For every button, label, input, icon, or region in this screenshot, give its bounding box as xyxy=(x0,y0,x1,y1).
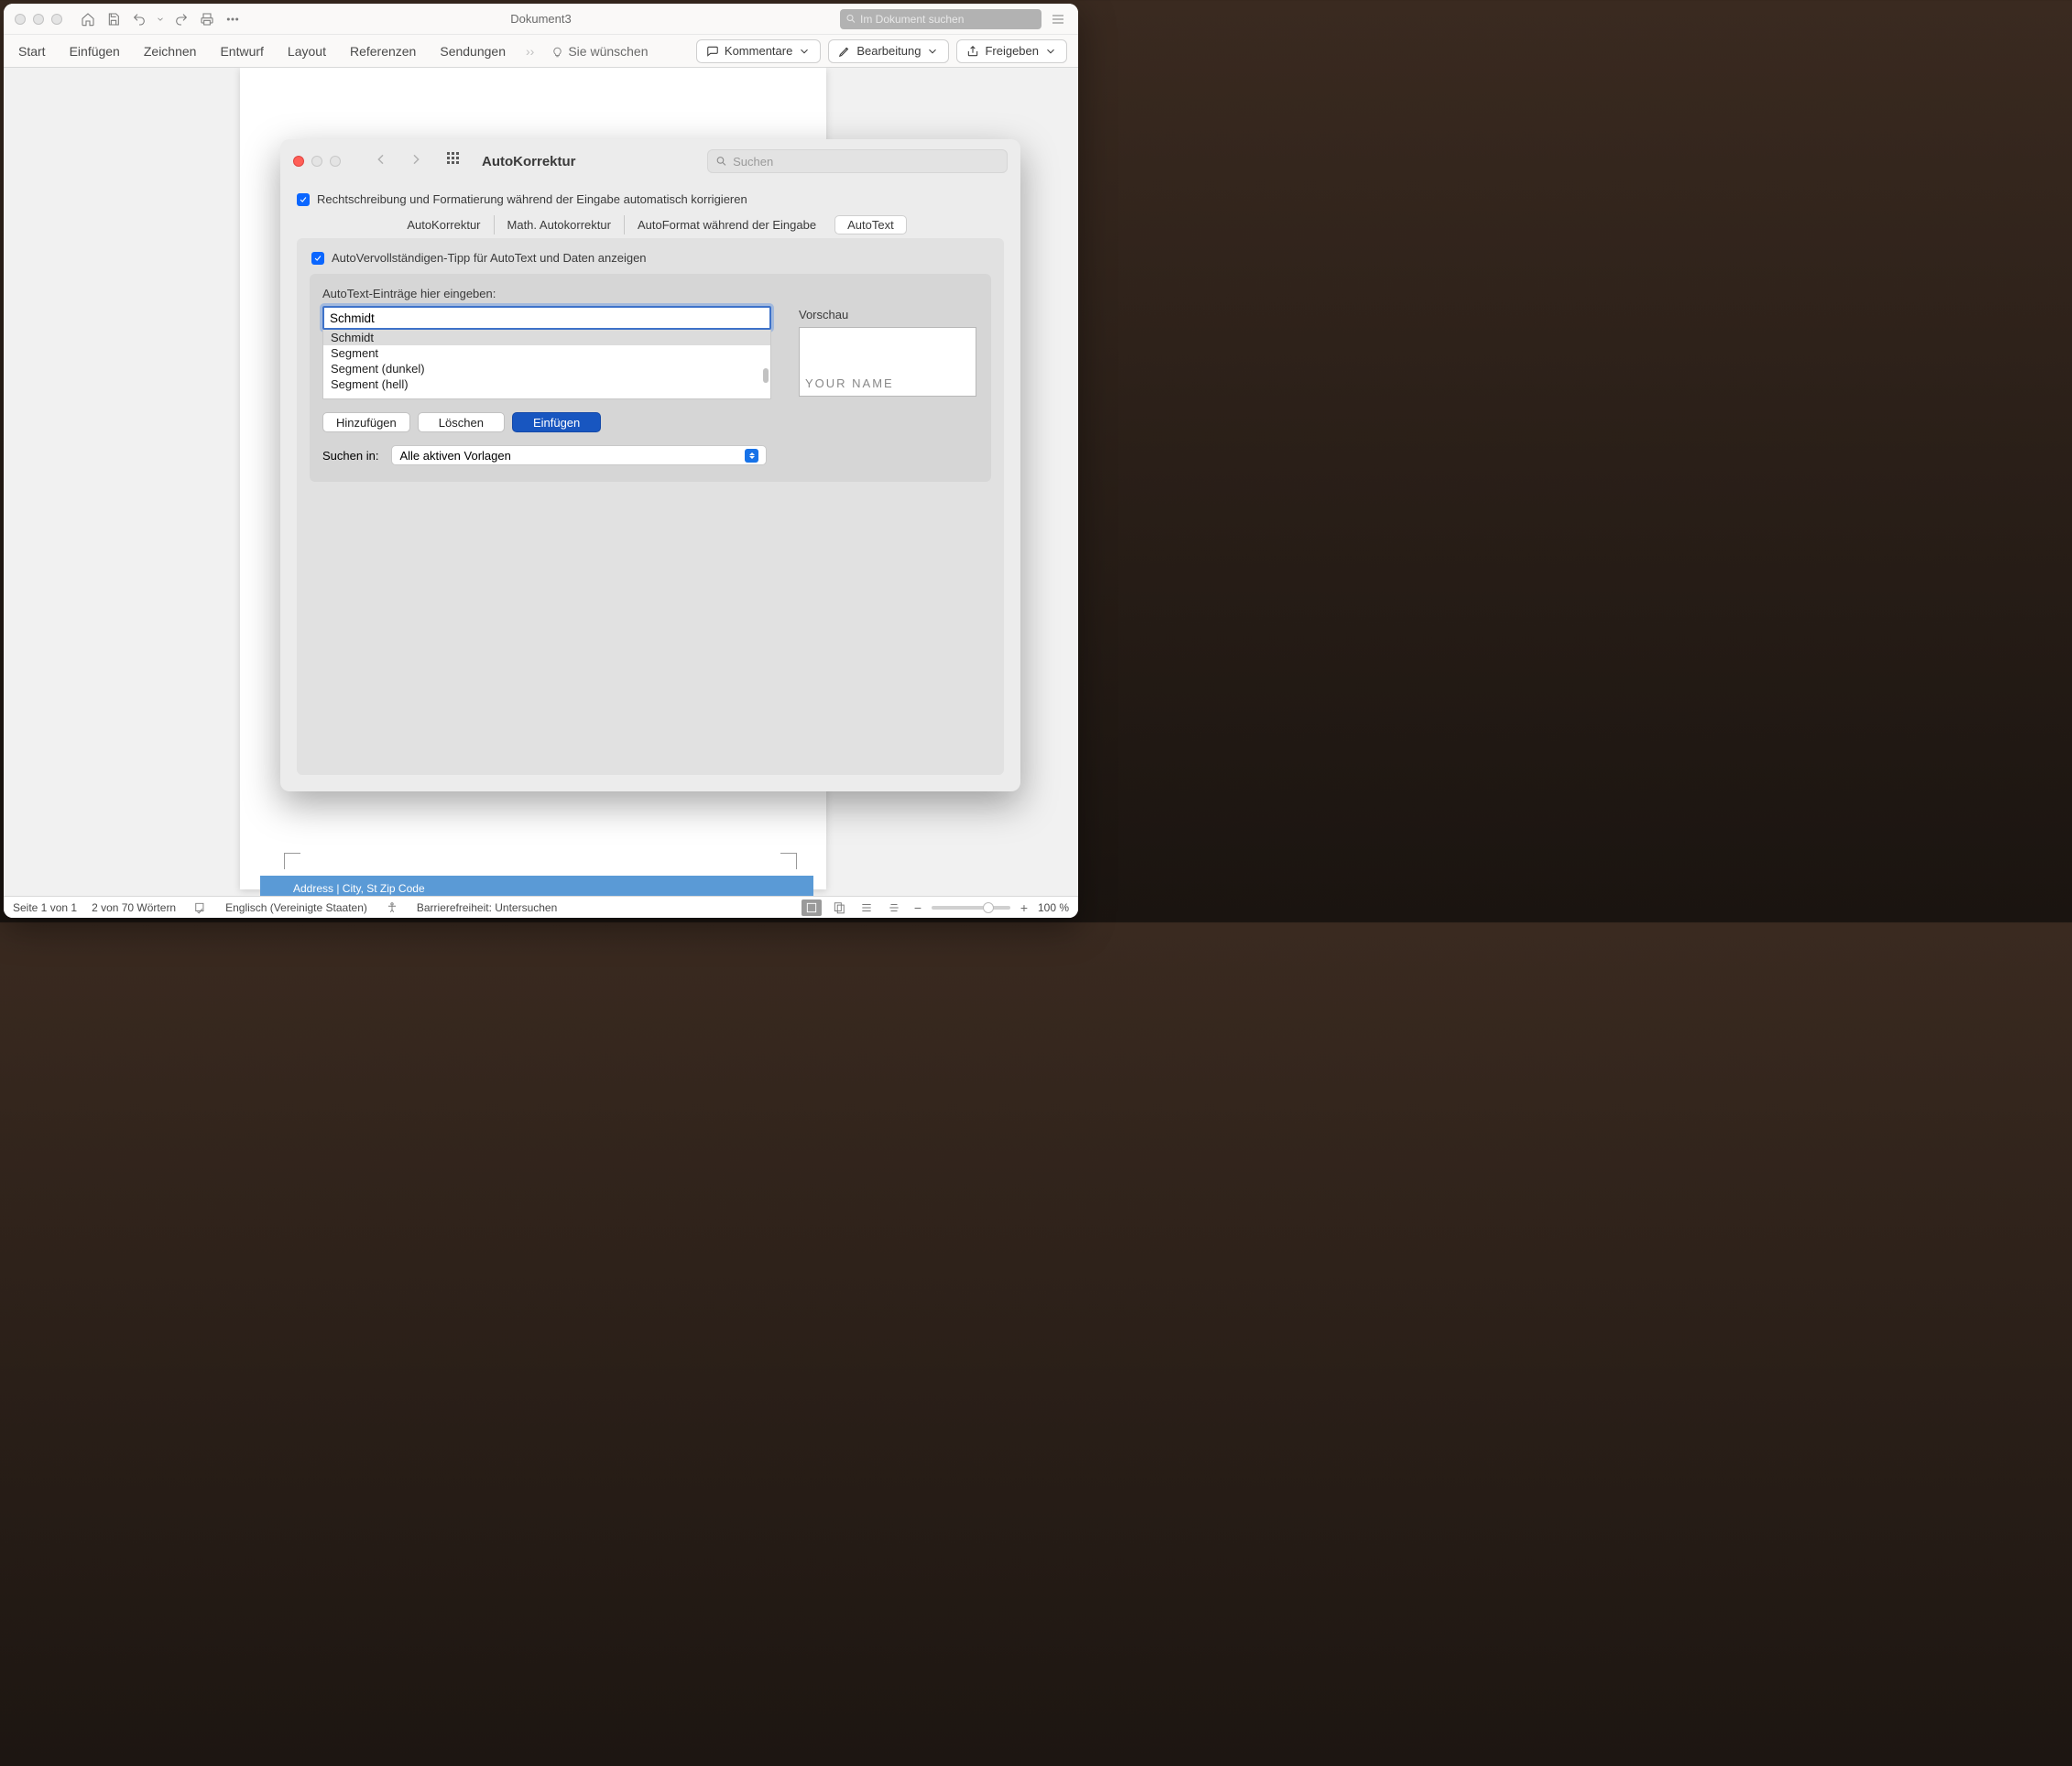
print-layout-icon[interactable] xyxy=(829,899,849,916)
dialog-tabbar: AutoKorrektur Math. Autokorrektur AutoFo… xyxy=(297,215,1004,234)
outline-view-icon[interactable] xyxy=(884,899,904,916)
zoom-in-button[interactable]: + xyxy=(1018,900,1031,915)
ribbon: Start Einfügen Zeichnen Entwurf Layout R… xyxy=(4,35,1078,68)
autotext-input[interactable] xyxy=(322,306,771,330)
status-words[interactable]: 2 von 70 Wörtern xyxy=(92,901,176,914)
save-icon[interactable] xyxy=(104,10,123,28)
undo-menu-icon[interactable] xyxy=(156,10,165,28)
ribbon-tab-draw[interactable]: Zeichnen xyxy=(140,40,201,62)
autotext-listbox[interactable]: Schmidt Segment Segment (dunkel) Segment… xyxy=(322,330,771,399)
tell-me-label: Sie wünschen xyxy=(568,44,648,59)
crop-mark xyxy=(284,853,300,869)
document-search[interactable] xyxy=(840,9,1041,29)
autocorrect-main-checkbox[interactable]: Rechtschreibung und Formatierung während… xyxy=(297,192,1004,206)
editing-button[interactable]: Bearbeitung xyxy=(828,39,949,63)
forward-icon[interactable] xyxy=(403,152,429,171)
status-bar: Seite 1 von 1 2 von 70 Wörtern Englisch … xyxy=(4,896,1078,918)
scrollbar-thumb[interactable] xyxy=(763,368,769,383)
tab-autokorrektur[interactable]: AutoKorrektur xyxy=(394,215,493,234)
document-address-footer[interactable]: Address | City, St Zip Code xyxy=(260,876,813,896)
tab-autotext[interactable]: AutoText xyxy=(834,215,907,234)
list-item[interactable]: Segment (dunkel) xyxy=(323,361,770,376)
ribbon-tab-insert[interactable]: Einfügen xyxy=(66,40,124,62)
checkbox-checked-icon xyxy=(297,193,310,206)
dialog-search[interactable] xyxy=(707,149,1008,173)
preview-box: YOUR NAME xyxy=(799,327,976,397)
spellcheck-icon[interactable] xyxy=(191,899,211,916)
autocomplete-tip-checkbox[interactable]: AutoVervollständigen-Tipp für AutoText u… xyxy=(311,251,991,265)
workspace[interactable]: Address | City, St Zip Code AutoKorrektu… xyxy=(4,68,1078,896)
dialog-minimize-dot[interactable] xyxy=(311,156,322,167)
dialog-header: AutoKorrektur xyxy=(280,139,1020,183)
list-item[interactable]: Schmidt xyxy=(323,330,770,345)
status-language[interactable]: Englisch (Vereinigte Staaten) xyxy=(225,901,367,914)
lookin-value: Alle aktiven Vorlagen xyxy=(399,449,510,463)
list-item[interactable]: Segment (hell) xyxy=(323,376,770,392)
delete-button[interactable]: Löschen xyxy=(418,412,505,432)
checkbox-label: Rechtschreibung und Formatierung während… xyxy=(317,192,747,206)
grid-icon[interactable] xyxy=(438,152,465,171)
share-label: Freigeben xyxy=(985,44,1039,58)
close-dot[interactable] xyxy=(15,14,26,25)
app-window: Dokument3 Start Einfügen Zeichnen Entwur… xyxy=(4,4,1078,918)
tab-autoformat[interactable]: AutoFormat während der Eingabe xyxy=(624,215,829,234)
undo-icon[interactable] xyxy=(130,10,148,28)
minimize-dot[interactable] xyxy=(33,14,44,25)
back-icon[interactable] xyxy=(368,152,394,171)
ribbon-toggle-icon[interactable] xyxy=(1049,10,1067,28)
ribbon-tab-mailings[interactable]: Sendungen xyxy=(436,40,509,62)
share-button[interactable]: Freigeben xyxy=(956,39,1067,63)
document-search-input[interactable] xyxy=(860,13,1036,26)
ribbon-tab-start[interactable]: Start xyxy=(15,40,49,62)
traffic-lights xyxy=(15,14,62,25)
autocorrect-dialog: AutoKorrektur Rechtschreibung und Format… xyxy=(280,139,1020,791)
lookin-select[interactable]: Alle aktiven Vorlagen xyxy=(391,445,767,465)
list-item[interactable]: Segment xyxy=(323,345,770,361)
more-icon[interactable] xyxy=(224,10,242,28)
dialog-close-dot[interactable] xyxy=(293,156,304,167)
redo-icon[interactable] xyxy=(172,10,191,28)
editing-label: Bearbeitung xyxy=(856,44,921,58)
dialog-body: Rechtschreibung und Formatierung während… xyxy=(280,183,1020,791)
comments-button[interactable]: Kommentare xyxy=(696,39,821,63)
comments-label: Kommentare xyxy=(725,44,792,58)
ribbon-tab-layout[interactable]: Layout xyxy=(284,40,330,62)
home-icon[interactable] xyxy=(79,10,97,28)
select-arrows-icon xyxy=(745,449,758,463)
crop-mark xyxy=(780,853,797,869)
entries-label: AutoText-Einträge hier eingeben: xyxy=(322,287,978,300)
zoom-out-button[interactable]: − xyxy=(911,900,924,915)
ribbon-tab-references[interactable]: Referenzen xyxy=(346,40,420,62)
dialog-title: AutoKorrektur xyxy=(482,154,576,169)
autotext-inner-panel: AutoText-Einträge hier eingeben: Schmidt… xyxy=(310,274,991,482)
preview-label: Vorschau xyxy=(799,308,978,322)
checkbox-checked-icon xyxy=(311,252,324,265)
insert-button[interactable]: Einfügen xyxy=(512,412,601,432)
tell-me[interactable]: Sie wünschen xyxy=(551,44,648,59)
document-title: Dokument3 xyxy=(510,12,571,26)
autotext-panel: AutoVervollständigen-Tipp für AutoText u… xyxy=(297,238,1004,775)
status-accessibility[interactable]: Barrierefreiheit: Untersuchen xyxy=(417,901,557,914)
dialog-traffic-lights xyxy=(293,156,341,167)
checkbox-label: AutoVervollständigen-Tipp für AutoText u… xyxy=(332,251,647,265)
web-layout-icon[interactable] xyxy=(856,899,877,916)
zoom-dot[interactable] xyxy=(51,14,62,25)
titlebar: Dokument3 xyxy=(4,4,1078,35)
address-text: Address | City, St Zip Code xyxy=(293,882,425,895)
focus-view-icon[interactable] xyxy=(802,899,822,916)
zoom-level[interactable]: 100 % xyxy=(1038,901,1069,914)
accessibility-icon[interactable] xyxy=(382,899,402,916)
add-button[interactable]: Hinzufügen xyxy=(322,412,410,432)
zoom-slider[interactable] xyxy=(932,906,1010,910)
dialog-search-input[interactable] xyxy=(733,155,999,169)
print-icon[interactable] xyxy=(198,10,216,28)
preview-text: YOUR NAME xyxy=(805,376,894,390)
dialog-zoom-dot[interactable] xyxy=(330,156,341,167)
slider-knob[interactable] xyxy=(983,902,994,913)
ribbon-chevrons-icon: ›› xyxy=(526,44,534,59)
ribbon-tab-design[interactable]: Entwurf xyxy=(216,40,267,62)
tab-math-autokorrektur[interactable]: Math. Autokorrektur xyxy=(494,215,624,234)
lookin-label: Suchen in: xyxy=(322,449,378,463)
status-page[interactable]: Seite 1 von 1 xyxy=(13,901,77,914)
